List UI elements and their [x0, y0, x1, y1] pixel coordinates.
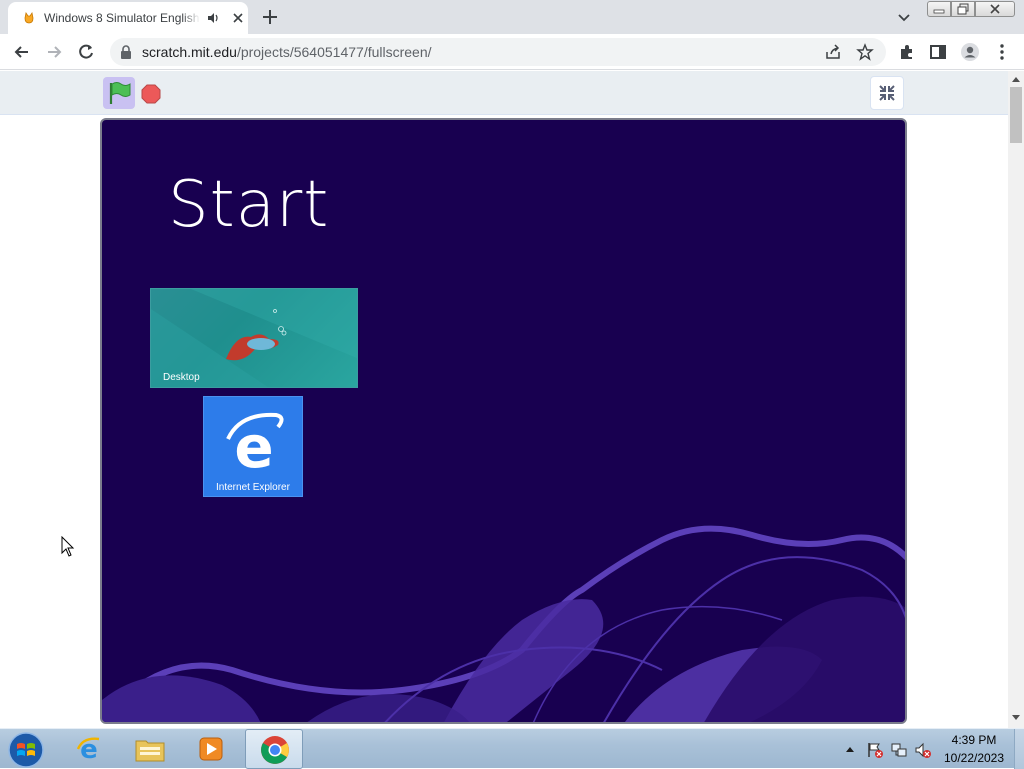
- scratch-stage[interactable]: Start Desktop e Internet Explorer: [100, 118, 907, 724]
- scroll-down-arrow-icon[interactable]: [1012, 715, 1020, 721]
- side-panel-icon[interactable]: [928, 42, 948, 62]
- page-content: Start Desktop e Internet Explorer: [0, 71, 1008, 728]
- start-heading: Start: [168, 168, 330, 242]
- speaker-icon[interactable]: [206, 11, 220, 25]
- background-wave-decoration: [102, 525, 905, 722]
- file-explorer-icon: [135, 740, 165, 762]
- desktop-tile-label: Desktop: [163, 372, 200, 383]
- url-host: scratch.mit.edu: [142, 44, 237, 60]
- chrome-icon: [261, 736, 289, 764]
- back-icon[interactable]: [12, 42, 32, 62]
- close-window-button[interactable]: [975, 1, 1015, 17]
- green-flag-icon: [109, 82, 131, 104]
- action-center-flag-icon[interactable]: [866, 741, 884, 759]
- extensions-icon[interactable]: [897, 42, 917, 62]
- scrollbar-thumb[interactable]: [1010, 87, 1022, 143]
- scroll-up-arrow-icon[interactable]: [1012, 76, 1020, 82]
- close-tab-icon[interactable]: [230, 10, 246, 26]
- volume-muted-icon[interactable]: [914, 741, 932, 759]
- restore-button[interactable]: [951, 1, 975, 17]
- browser-toolbar: scratch.mit.edu/projects/564051477/fulls…: [0, 34, 1024, 70]
- taskbar-media-player[interactable]: [182, 729, 240, 769]
- tab-search-chevron-icon[interactable]: [896, 9, 912, 25]
- clock-time[interactable]: 4:39 PM: [942, 733, 1006, 747]
- address-bar[interactable]: scratch.mit.edu/projects/564051477/fulls…: [110, 38, 886, 66]
- tab-title: Windows 8 Simulator English: [44, 11, 200, 25]
- network-icon[interactable]: [890, 741, 908, 759]
- internet-explorer-tile[interactable]: e Internet Explorer: [203, 396, 303, 497]
- menu-icon[interactable]: [992, 42, 1012, 62]
- minimize-icon: [933, 9, 945, 14]
- window-controls: [927, 1, 1015, 17]
- minimize-button[interactable]: [927, 1, 951, 17]
- share-icon[interactable]: [824, 43, 842, 61]
- scratch-controls-bar: [0, 71, 1008, 115]
- unfullscreen-button[interactable]: [870, 76, 904, 110]
- lock-icon[interactable]: [120, 45, 132, 59]
- taskbar-file-explorer[interactable]: [121, 729, 179, 769]
- media-player-icon: [199, 737, 223, 761]
- url-path: /projects/564051477/fullscreen/: [236, 44, 432, 60]
- url-text: scratch.mit.edu/projects/564051477/fulls…: [142, 44, 432, 60]
- clock-date[interactable]: 10/22/2023: [942, 751, 1006, 765]
- browser-titlebar: Windows 8 Simulator English: [0, 0, 1024, 34]
- desktop-tile[interactable]: Desktop: [150, 288, 358, 388]
- unfullscreen-icon: [879, 85, 895, 101]
- scratch-cat-icon: [24, 11, 34, 24]
- stop-sign-icon[interactable]: [141, 84, 161, 104]
- reload-icon[interactable]: [76, 42, 96, 62]
- internet-explorer-icon: e: [76, 735, 100, 765]
- forward-icon[interactable]: [44, 42, 64, 62]
- new-tab-icon[interactable]: [260, 7, 280, 27]
- mouse-cursor-icon: [61, 536, 75, 557]
- show-hidden-icons-arrow-icon[interactable]: [845, 745, 855, 753]
- windows-start-orb[interactable]: [6, 731, 46, 769]
- restore-icon: [957, 3, 969, 15]
- close-icon: [990, 4, 1000, 14]
- taskbar-chrome[interactable]: [245, 729, 303, 769]
- browser-tab[interactable]: Windows 8 Simulator English: [8, 2, 248, 34]
- profile-icon[interactable]: [960, 42, 980, 62]
- page-scrollbar[interactable]: [1008, 71, 1024, 728]
- show-desktop-button[interactable]: [1014, 729, 1024, 769]
- internet-explorer-tile-label: Internet Explorer: [216, 482, 290, 493]
- green-flag-button[interactable]: [103, 77, 135, 109]
- taskbar-internet-explorer[interactable]: e: [60, 729, 118, 769]
- bookmark-star-icon[interactable]: [856, 43, 874, 61]
- windows-taskbar: e 4:39 PM 10/22/2023: [0, 728, 1024, 769]
